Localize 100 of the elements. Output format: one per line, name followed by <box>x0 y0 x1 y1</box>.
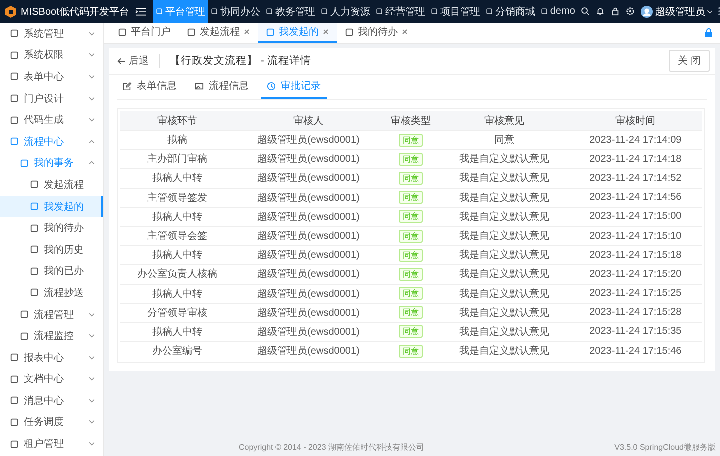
nav-tab[interactable]: 教务管理 <box>263 0 318 23</box>
square-icon <box>187 28 196 36</box>
table-cell: 我是自定义默认意见 <box>440 264 570 284</box>
back-link[interactable]: 后退 <box>117 54 160 68</box>
sidebar-item[interactable]: 发起流程 <box>0 174 103 196</box>
table-cell: 拟稿人中转 <box>120 284 236 304</box>
clock-icon <box>267 82 276 90</box>
sidebar-item[interactable]: 我的历史 <box>0 238 103 261</box>
table-cell: 超级管理员(ewsd0001) <box>235 226 382 246</box>
app-title: MISBoot低代码开发平台 <box>21 6 130 18</box>
nav-tab[interactable]: 人力资源 <box>318 0 374 23</box>
detail-tab[interactable]: 表单信息 <box>117 75 183 99</box>
table-cell: 超级管理员(ewsd0001) <box>235 207 382 226</box>
square-icon <box>10 137 19 146</box>
close-icon[interactable] <box>402 29 408 35</box>
nav-tab[interactable]: 分销商城 <box>483 0 538 23</box>
sidebar-item[interactable]: 我的已办 <box>0 260 103 282</box>
nav-tab[interactable]: 项目管理 <box>428 0 484 23</box>
square-icon <box>10 353 19 362</box>
detail-tab[interactable]: 流程信息 <box>189 75 255 99</box>
table-cell: 我是自定义默认意见 <box>440 284 570 304</box>
square-icon <box>10 94 19 104</box>
square-icon <box>10 72 19 82</box>
search-icon[interactable] <box>581 7 590 16</box>
square-icon <box>431 8 438 15</box>
sidebar-item[interactable]: 流程管理 <box>0 304 103 326</box>
status-tag: 同意 <box>399 287 424 300</box>
status-tag: 同意 <box>399 230 424 243</box>
sidebar-item[interactable]: 流程监控 <box>0 325 103 347</box>
status-tag: 同意 <box>399 152 424 166</box>
status-tag: 同意 <box>399 344 424 358</box>
nav-tab[interactable]: 协同办公 <box>208 0 264 23</box>
version-text: V3.5.0 SpringCloud微服务版 <box>614 442 716 452</box>
square-icon <box>20 158 29 168</box>
table-cell: 超级管理员(ewsd0001) <box>235 130 382 150</box>
sidebar-item[interactable]: 报表中心 <box>0 346 103 368</box>
close-icon[interactable] <box>323 29 329 35</box>
square-icon <box>10 396 19 406</box>
table-cell: 超级管理员(ewsd0001) <box>235 264 382 284</box>
status-tag: 同意 <box>399 134 424 147</box>
table-cell: 主管领导签发 <box>120 188 236 208</box>
square-icon <box>30 180 39 190</box>
square-icon <box>541 8 548 15</box>
copyright-text: Copyright © 2014 - 2023 湖南佐佑时代科技有限公司 <box>239 442 425 452</box>
square-icon <box>10 50 19 60</box>
sidebar-item[interactable]: 我的待办 <box>0 217 103 239</box>
sidebar-item[interactable]: 系统管理 <box>0 23 103 45</box>
table-cell: 主管领导会签 <box>120 226 236 246</box>
table-cell: 超级管理员(ewsd0001) <box>235 188 382 208</box>
sidebar-item[interactable]: 代码生成 <box>0 109 103 131</box>
square-icon <box>30 202 39 212</box>
page-tab[interactable]: 我的待办 <box>337 23 416 43</box>
menu-icon[interactable] <box>135 6 148 16</box>
settings-icon[interactable] <box>626 7 636 16</box>
status-tag: 同意 <box>399 306 424 320</box>
table-cell: 我是自定义默认意见 <box>440 226 570 246</box>
user-menu[interactable]: 超级管理员 <box>641 4 714 18</box>
status-tag: 同意 <box>399 325 424 338</box>
close-icon[interactable] <box>244 29 250 35</box>
sidebar-item[interactable]: 流程抄送 <box>0 282 103 304</box>
square-icon <box>266 28 275 36</box>
table-cell: 2023-11-24 17:15:00 <box>569 207 702 226</box>
table-cell: 拟稿人中转 <box>120 322 236 342</box>
table-cell: 2023-11-24 17:14:52 <box>569 168 702 188</box>
square-icon <box>321 8 328 15</box>
column-header: 审核环节 <box>120 111 236 130</box>
chevron-down-icon <box>707 10 714 14</box>
column-header: 审核时间 <box>569 111 702 130</box>
sidebar-item[interactable]: 表单中心 <box>0 66 103 88</box>
nav-tab[interactable]: demo <box>538 0 578 23</box>
sidebar-item[interactable]: 租户管理 <box>0 433 103 455</box>
nav-tab[interactable]: 经营管理 <box>373 0 428 23</box>
sidebar-item[interactable]: 任务调度 <box>0 412 103 434</box>
table-cell: 我是自定义默认意见 <box>440 322 570 342</box>
sidebar-item[interactable]: 文档中心 <box>0 368 103 390</box>
edit-icon <box>123 82 132 90</box>
table-cell: 我是自定义默认意见 <box>440 150 570 169</box>
page-tab[interactable]: 发起流程 <box>179 23 258 43</box>
page-tab[interactable]: 平台门户 <box>110 23 179 43</box>
page-title: 【行政发文流程】 - 流程详情 <box>170 54 312 68</box>
lock-icon[interactable] <box>611 7 620 16</box>
sidebar-item[interactable]: 消息中心 <box>0 390 103 412</box>
square-icon <box>30 266 39 276</box>
sidebar-item[interactable]: 系统权限 <box>0 44 103 66</box>
square-icon <box>376 8 384 15</box>
bell-icon[interactable] <box>596 7 606 16</box>
table-cell: 我是自定义默认意见 <box>440 303 570 322</box>
table-cell: 2023-11-24 17:14:09 <box>569 130 702 150</box>
table-cell: 同意 <box>440 130 570 150</box>
square-icon <box>30 245 39 254</box>
square-icon <box>10 418 19 427</box>
image-icon <box>195 82 204 90</box>
sidebar-item[interactable]: 门户设计 <box>0 88 103 110</box>
logo-icon <box>4 4 18 18</box>
status-tag: 同意 <box>399 210 424 224</box>
status-tag: 同意 <box>399 191 424 204</box>
table-cell: 办公室负责人核稿 <box>120 264 236 284</box>
table-cell: 2023-11-24 17:14:56 <box>569 188 702 208</box>
close-button[interactable]: 关 闭 <box>669 50 710 72</box>
table-cell: 主办部门审稿 <box>120 150 236 169</box>
